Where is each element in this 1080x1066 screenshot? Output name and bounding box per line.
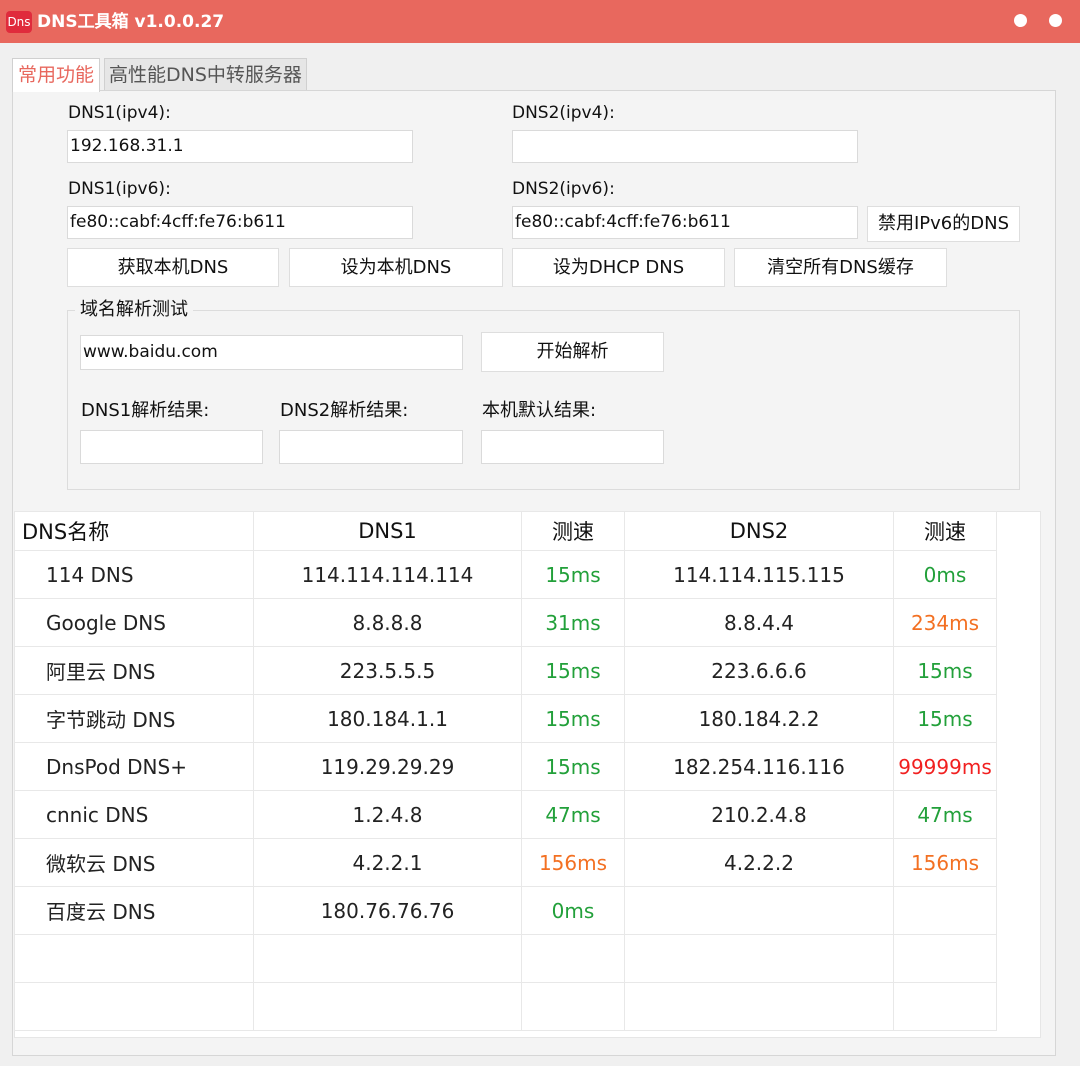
speed1-cell: 15ms — [521, 694, 625, 743]
dns-name-cell: 114 DNS — [14, 550, 254, 599]
dns-name-cell: 微软云 DNS — [14, 838, 254, 887]
speed1-cell: 156ms — [521, 838, 625, 887]
speed1-cell: 47ms — [521, 790, 625, 839]
dns2-cell — [624, 886, 894, 935]
local-result-field[interactable] — [481, 430, 664, 464]
speed2-cell: 234ms — [893, 598, 997, 647]
column-header-speed1[interactable]: 测速 — [521, 511, 625, 551]
domain-input[interactable]: www.baidu.com — [80, 335, 463, 370]
dns2-cell: 4.2.2.2 — [624, 838, 894, 887]
table-row[interactable] — [14, 934, 997, 983]
column-header-dns1[interactable]: DNS1 — [253, 511, 522, 551]
speed2-cell — [893, 934, 997, 983]
speed2-cell: 156ms — [893, 838, 997, 887]
dns2-cell: 180.184.2.2 — [624, 694, 894, 743]
speed2-cell: 0ms — [893, 550, 997, 599]
dns-name-cell: cnnic DNS — [14, 790, 254, 839]
table-row[interactable]: 阿里云 DNS 223.5.5.5 15ms 223.6.6.6 15ms — [14, 646, 997, 695]
column-header-dns2[interactable]: DNS2 — [624, 511, 894, 551]
dns-name-cell: 字节跳动 DNS — [14, 694, 254, 743]
dns-name-cell: 阿里云 DNS — [14, 646, 254, 695]
dns1-cell: 180.184.1.1 — [253, 694, 522, 743]
table-row[interactable]: Google DNS 8.8.8.8 31ms 8.8.4.4 234ms — [14, 598, 997, 647]
dns-table: DNS名称 DNS1 测速 DNS2 测速 114 DNS 114.114.114… — [14, 511, 997, 1031]
dns2-ipv6-input[interactable]: fe80::cabf:4cff:fe76:b611 — [512, 206, 858, 239]
disable-ipv6-dns-button[interactable]: 禁用IPv6的DNS — [867, 206, 1020, 242]
speed1-cell — [521, 982, 625, 1031]
table-body: 114 DNS 114.114.114.114 15ms 114.114.115.11… — [14, 550, 997, 1031]
tab-dns-relay-server[interactable]: 高性能DNS中转服务器 — [104, 58, 307, 91]
table-row[interactable]: DnsPod DNS+ 119.29.29.29 15ms 182.254.116.1… — [14, 742, 997, 791]
table-row[interactable]: 114 DNS 114.114.114.114 15ms 114.114.115.11… — [14, 550, 997, 599]
dns2-cell: 8.8.4.4 — [624, 598, 894, 647]
dns-name-cell: Google DNS — [14, 598, 254, 647]
dns2-cell: 210.2.4.8 — [624, 790, 894, 839]
dns2-ipv4-label: DNS2(ipv4): — [512, 103, 615, 123]
table-row[interactable]: 字节跳动 DNS 180.184.1.1 15ms 180.184.2.2 15ms — [14, 694, 997, 743]
dns1-cell: 119.29.29.29 — [253, 742, 522, 791]
dns2-cell: 114.114.115.115 — [624, 550, 894, 599]
dns1-ipv4-label: DNS1(ipv4): — [68, 103, 171, 123]
table-row[interactable]: cnnic DNS 1.2.4.8 47ms 210.2.4.8 47ms — [14, 790, 997, 839]
tab-common-functions[interactable]: 常用功能 — [12, 58, 101, 92]
dns1-cell: 1.2.4.8 — [253, 790, 522, 839]
dns1-result-field[interactable] — [80, 430, 263, 464]
set-local-dns-button[interactable]: 设为本机DNS — [289, 248, 503, 287]
set-dhcp-dns-button[interactable]: 设为DHCP DNS — [512, 248, 725, 287]
dns1-cell: 180.76.76.76 — [253, 886, 522, 935]
dns1-cell: 114.114.114.114 — [253, 550, 522, 599]
window-title: DNS工具箱 v1.0.0.27 — [37, 12, 225, 32]
column-header-speed2[interactable]: 测速 — [893, 511, 997, 551]
dns-name-cell: 百度云 DNS — [14, 886, 254, 935]
table-row[interactable]: 百度云 DNS 180.76.76.76 0ms — [14, 886, 997, 935]
minimize-dot-icon[interactable] — [1014, 14, 1027, 27]
dns1-cell: 8.8.8.8 — [253, 598, 522, 647]
dns1-cell — [253, 934, 522, 983]
dns1-cell: 223.5.5.5 — [253, 646, 522, 695]
dns-name-cell — [14, 934, 254, 983]
dns2-ipv4-input[interactable] — [512, 130, 858, 163]
local-result-label: 本机默认结果: — [482, 400, 597, 421]
dns2-result-field[interactable] — [279, 430, 463, 464]
speed1-cell: 15ms — [521, 646, 625, 695]
start-resolve-button[interactable]: 开始解析 — [481, 332, 664, 372]
speed1-cell — [521, 934, 625, 983]
speed1-cell: 31ms — [521, 598, 625, 647]
app-logo-icon: Dns — [6, 11, 32, 33]
dns1-cell: 4.2.2.1 — [253, 838, 522, 887]
dns1-ipv6-label: DNS1(ipv6): — [68, 179, 171, 199]
get-local-dns-button[interactable]: 获取本机DNS — [67, 248, 279, 287]
table-header-row: DNS名称 DNS1 测速 DNS2 测速 — [14, 511, 997, 551]
speed2-cell — [893, 886, 997, 935]
dns2-cell: 223.6.6.6 — [624, 646, 894, 695]
dns2-result-label: DNS2解析结果: — [280, 400, 409, 421]
speed2-cell: 15ms — [893, 694, 997, 743]
speed2-cell: 47ms — [893, 790, 997, 839]
dns1-cell — [253, 982, 522, 1031]
speed2-cell — [893, 982, 997, 1031]
dns2-ipv6-label: DNS2(ipv6): — [512, 179, 615, 199]
dns-name-cell: DnsPod DNS+ — [14, 742, 254, 791]
title-bar: Dns DNS工具箱 v1.0.0.27 — [0, 0, 1080, 43]
speed2-cell: 99999ms — [893, 742, 997, 791]
speed1-cell: 15ms — [521, 742, 625, 791]
dns1-ipv4-input[interactable]: 192.168.31.1 — [67, 130, 413, 163]
table-row[interactable]: 微软云 DNS 4.2.2.1 156ms 4.2.2.2 156ms — [14, 838, 997, 887]
dns1-result-label: DNS1解析结果: — [81, 400, 210, 421]
dns2-cell — [624, 982, 894, 1031]
speed1-cell: 15ms — [521, 550, 625, 599]
dns-name-cell — [14, 982, 254, 1031]
dns1-ipv6-input[interactable]: fe80::cabf:4cff:fe76:b611 — [67, 206, 413, 239]
speed2-cell: 15ms — [893, 646, 997, 695]
close-dot-icon[interactable] — [1049, 14, 1062, 27]
table-row[interactable] — [14, 982, 997, 1031]
dns2-cell: 182.254.116.116 — [624, 742, 894, 791]
dns2-cell — [624, 934, 894, 983]
speed1-cell: 0ms — [521, 886, 625, 935]
column-header-name[interactable]: DNS名称 — [14, 511, 254, 551]
resolve-test-group-title: 域名解析测试 — [75, 298, 193, 322]
flush-dns-cache-button[interactable]: 清空所有DNS缓存 — [734, 248, 947, 287]
